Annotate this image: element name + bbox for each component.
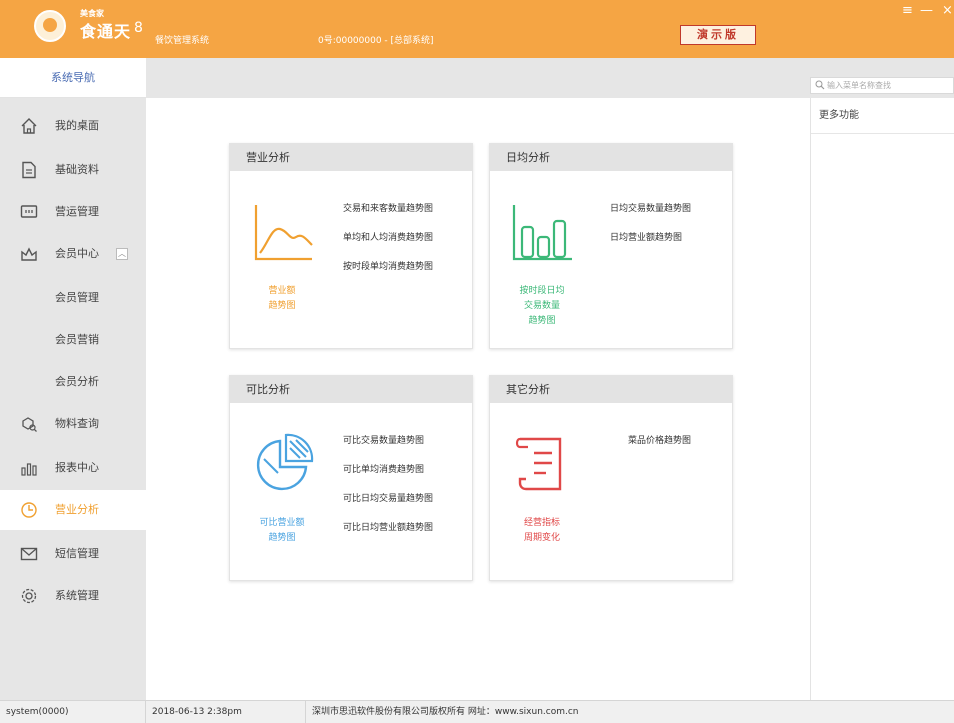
caption-line: 经营指标 (523, 518, 560, 528)
sidebar-item-member-analysis[interactable]: 会员分析 (0, 362, 146, 402)
status-bar: system(0000) 2018-06-13 2:38pm 深圳市思迅软件股份… (0, 700, 954, 723)
caption-line: 趋势图 (268, 301, 296, 311)
sidebar-item-label: 我的桌面 (55, 119, 99, 132)
link-avg-spend-trend[interactable]: 单均和人均消费趋势图 (343, 230, 433, 243)
sidebar-item-report-center[interactable]: 报表中心 (0, 448, 146, 488)
document-icon (22, 161, 36, 179)
pie-chart-icon[interactable] (250, 431, 316, 497)
sidebar-item-label: 会员管理 (55, 291, 99, 304)
crown-icon (21, 247, 37, 261)
sidebar-item-label: 短信管理 (55, 547, 99, 560)
title-bar: 美食家 食通天 8 餐饮管理系统 0号:00000000 - [总部系统] 演示… (0, 0, 954, 58)
sidebar-item-label: 营运管理 (55, 205, 99, 218)
link-daily-trade-trend[interactable]: 日均交易数量趋势图 (610, 201, 691, 214)
mail-icon (20, 547, 38, 561)
card-caption[interactable]: 可比营业额 趋势图 (236, 516, 328, 546)
card-title: 其它分析 (490, 376, 732, 403)
search-icon (815, 80, 825, 90)
screen-icon (20, 205, 38, 218)
caption-line: 趋势图 (528, 316, 556, 326)
card-caption[interactable]: 营业额 趋势图 (236, 284, 328, 314)
business-analysis-card: 营业分析 营业额 趋势图 交易和来客数量趋势图 单均和人均消费趋势图 按时段单均… (229, 143, 473, 349)
caption-line: 可比营业额 (259, 518, 305, 528)
sidebar-item-business-analysis[interactable]: 营业分析 (0, 490, 146, 530)
brand-logo-icon (34, 10, 66, 42)
more-functions-panel: 更多功能 (810, 98, 954, 700)
caption-line: 按时段日均 (519, 286, 565, 296)
link-trade-customer-trend[interactable]: 交易和来客数量趋势图 (343, 201, 433, 214)
sidebar-item-material-query[interactable]: 物料查询 (0, 404, 146, 444)
status-user: system(0000) (0, 701, 146, 723)
home-icon (21, 118, 37, 134)
report-icon (21, 463, 37, 476)
sidebar-item-label: 系统管理 (55, 589, 99, 602)
status-datetime: 2018-06-13 2:38pm (146, 701, 306, 723)
card-title: 营业分析 (230, 144, 472, 171)
menu-search-input[interactable]: 输入菜单名称查找 (810, 77, 954, 94)
card-caption[interactable]: 按时段日均 交易数量 趋势图 (496, 284, 588, 329)
link-daily-revenue-trend[interactable]: 日均营业额趋势图 (610, 230, 682, 243)
other-analysis-card: 其它分析 经营指标 周期变化 菜品价格趋势图 (489, 375, 733, 581)
status-copyright: 深圳市思迅软件股份有限公司版权所有 网址：www.sixun.com.cn (312, 707, 579, 717)
link-comparable-daily-revenue-trend[interactable]: 可比日均营业额趋势图 (343, 520, 433, 533)
sidebar-item-member-center[interactable]: 会员中心 ︿ (0, 234, 146, 274)
main-content: 营业分析 营业额 趋势图 交易和来客数量趋势图 单均和人均消费趋势图 按时段单均… (146, 98, 810, 700)
sidebar-item-system-manage[interactable]: 系统管理 (0, 576, 146, 616)
scroll-doc-icon[interactable] (510, 431, 576, 497)
line-chart-icon[interactable] (250, 199, 316, 265)
search-placeholder: 输入菜单名称查找 (827, 81, 891, 90)
gear-icon (21, 588, 37, 604)
minimize-button[interactable]: — (920, 4, 933, 18)
sidebar-item-member-manage[interactable]: 会员管理 (0, 278, 146, 318)
link-dish-price-trend[interactable]: 菜品价格趋势图 (628, 433, 691, 446)
sidebar-header: 系统导航 (0, 58, 146, 98)
link-comparable-daily-trade-trend[interactable]: 可比日均交易量趋势图 (343, 491, 433, 504)
card-caption[interactable]: 经营指标 周期变化 (496, 516, 588, 546)
clock-chart-icon (21, 502, 37, 518)
sidebar-item-label: 会员分析 (55, 375, 99, 388)
comparable-analysis-card: 可比分析 可比营业额 趋势图 可比交易数量趋势图 可比单均消费趋势图 可比日均交… (229, 375, 473, 581)
bar-chart-icon[interactable] (510, 199, 576, 265)
sidebar-item-label: 会员中心 (55, 247, 99, 260)
caption-line: 趋势图 (268, 533, 296, 543)
system-name: 餐饮管理系统 (155, 36, 210, 46)
close-button[interactable]: × (942, 4, 953, 18)
caption-line: 周期变化 (523, 533, 560, 543)
brand-version: 8 (134, 20, 143, 36)
sidebar-item-label: 报表中心 (55, 461, 99, 474)
material-search-icon (22, 417, 37, 432)
sidebar-item-my-desktop[interactable]: 我的桌面 (0, 106, 146, 146)
sidebar-item-sms-manage[interactable]: 短信管理 (0, 534, 146, 574)
demo-version-badge: 演示版 (680, 25, 756, 45)
sidebar-item-label: 物料查询 (55, 417, 99, 430)
caption-line: 营业额 (268, 286, 296, 296)
sidebar-item-label: 会员营销 (55, 333, 99, 346)
brand-name: 食通天 (80, 22, 132, 41)
sidebar-item-basic-data[interactable]: 基础资料 (0, 150, 146, 190)
link-comparable-trade-trend[interactable]: 可比交易数量趋势图 (343, 433, 424, 446)
link-period-avg-trend[interactable]: 按时段单均消费趋势图 (343, 259, 433, 272)
link-comparable-avg-spend-trend[interactable]: 可比单均消费趋势图 (343, 462, 424, 475)
caption-line: 交易数量 (523, 301, 560, 311)
collapse-chevron-up-icon[interactable]: ︿ (116, 248, 128, 260)
shop-info: 0号:00000000 - [总部系统] (318, 36, 434, 46)
sidebar-item-operations[interactable]: 营运管理 (0, 192, 146, 232)
sidebar: 我的桌面 基础资料 营运管理 会员中心 ︿ 会员管理 会员营销 会员分析 物料查… (0, 98, 146, 700)
card-title: 可比分析 (230, 376, 472, 403)
sidebar-item-label: 基础资料 (55, 163, 99, 176)
card-title: 日均分析 (490, 144, 732, 171)
sidebar-item-member-marketing[interactable]: 会员营销 (0, 320, 146, 360)
more-functions-title: 更多功能 (811, 98, 954, 134)
daily-analysis-card: 日均分析 按时段日均 交易数量 趋势图 日均交易数量趋势图 日均营业额趋势图 (489, 143, 733, 349)
skin-button[interactable]: ≡ (902, 4, 913, 18)
sidebar-item-label: 营业分析 (55, 503, 99, 516)
